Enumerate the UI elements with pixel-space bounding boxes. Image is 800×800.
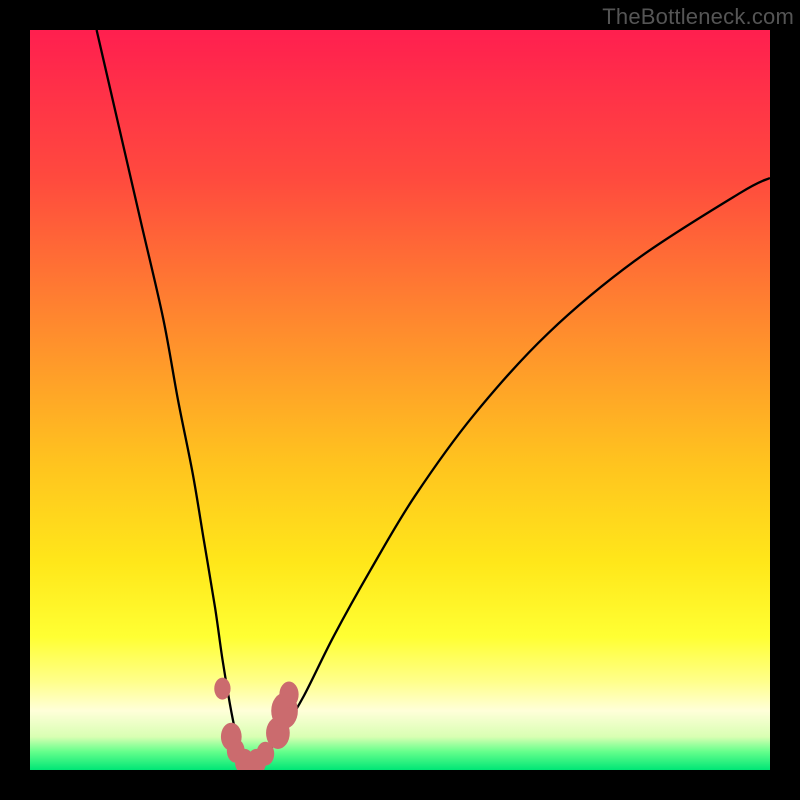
chart-frame: TheBottleneck.com <box>0 0 800 800</box>
curve-path <box>97 30 770 763</box>
marker-dot <box>279 682 298 708</box>
marker-dot <box>214 678 230 700</box>
watermark-text: TheBottleneck.com <box>602 4 794 30</box>
curve-markers <box>214 678 298 770</box>
bottleneck-curve <box>30 30 770 770</box>
plot-area <box>30 30 770 770</box>
